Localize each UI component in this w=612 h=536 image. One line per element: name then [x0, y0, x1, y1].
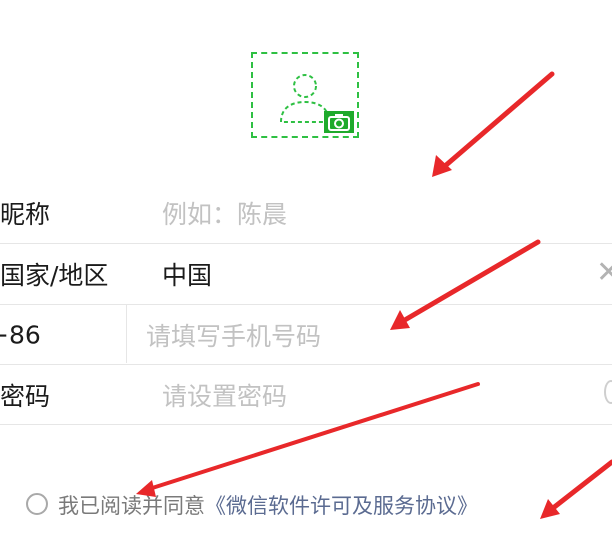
- arrow-annotation: [144, 382, 480, 492]
- arrow-annotation: [136, 480, 156, 497]
- arrow-annotation: [545, 459, 612, 515]
- arrow-annotation: [435, 71, 555, 175]
- arrow-annotation: [395, 239, 541, 327]
- annotation-arrows: [136, 71, 612, 519]
- arrow-annotation: [432, 155, 452, 177]
